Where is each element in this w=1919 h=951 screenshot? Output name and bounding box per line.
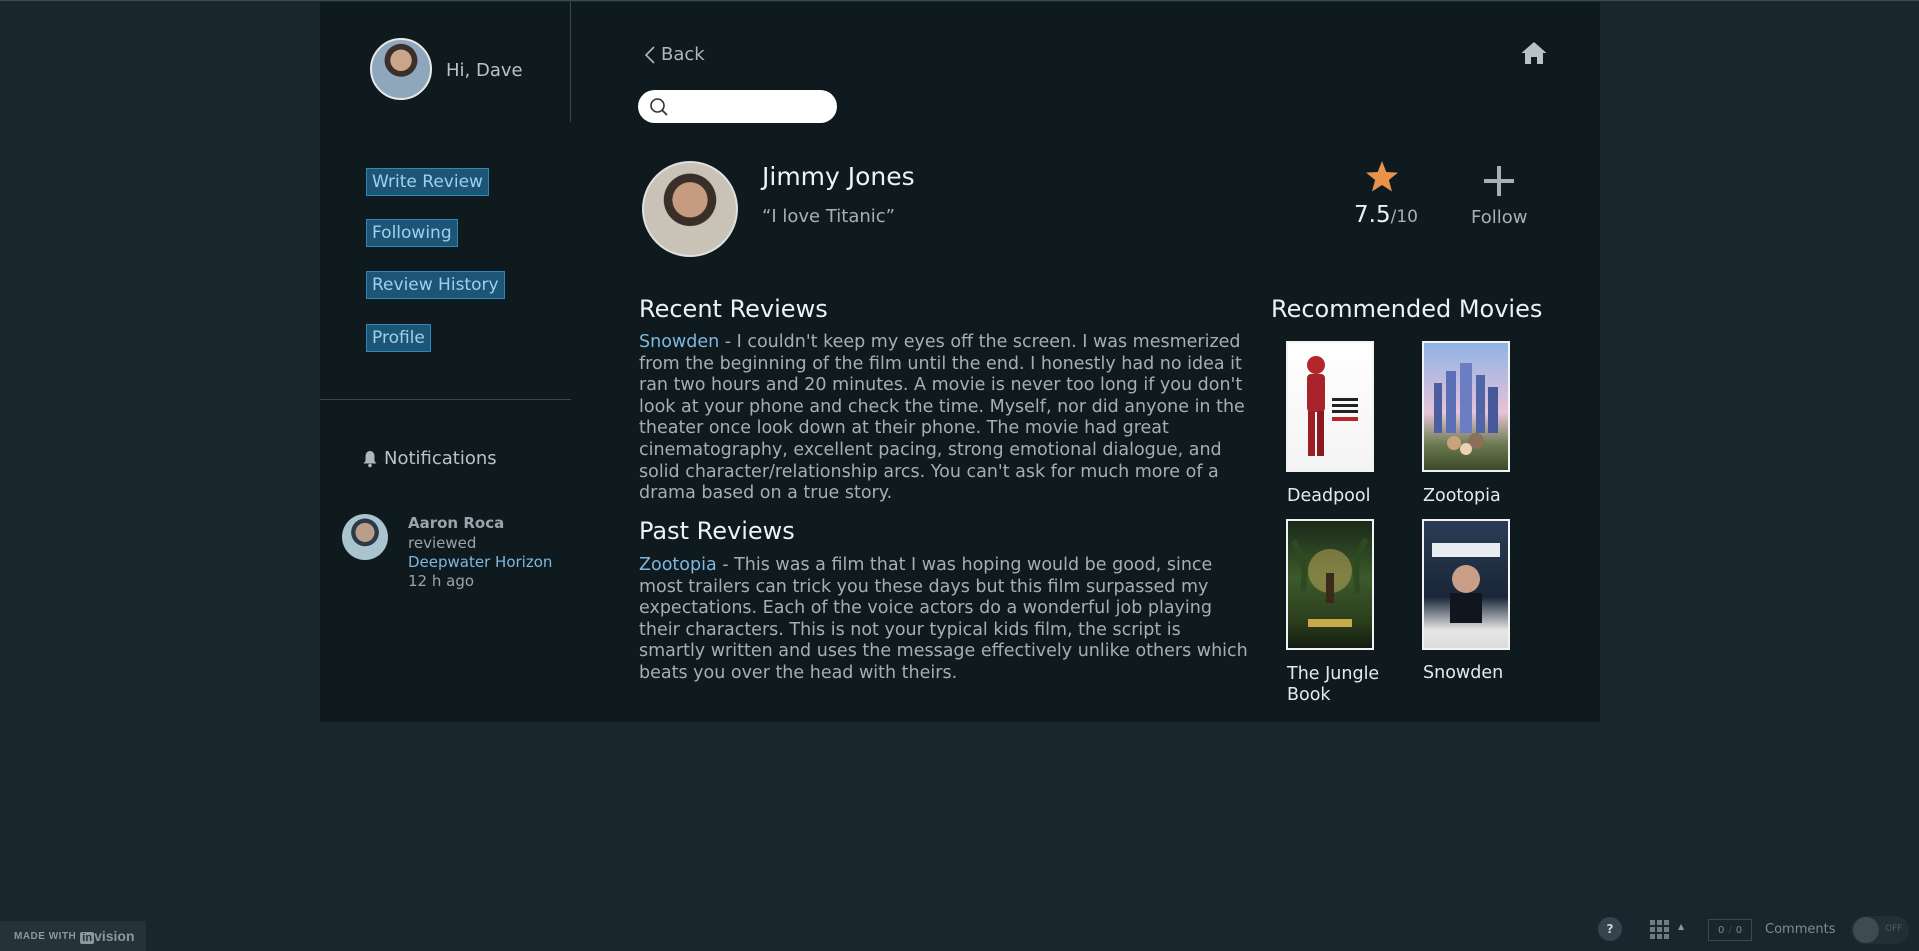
counter-a: 0: [1717, 924, 1725, 936]
past-review-text: - This was a film that I was hoping woul…: [639, 555, 1248, 683]
snowden-poster[interactable]: [1422, 519, 1510, 650]
rating-max: /10: [1390, 207, 1418, 227]
zootopia-poster[interactable]: [1422, 341, 1510, 472]
back-label: Back: [661, 44, 705, 65]
following-button[interactable]: Following: [366, 219, 458, 247]
review-history-button[interactable]: Review History: [366, 271, 505, 299]
past-review: Zootopia - This was a film that I was ho…: [639, 555, 1249, 685]
recent-review-text: - I couldn't keep my eyes off the screen…: [639, 332, 1245, 504]
recent-review-movie-link[interactable]: Snowden: [639, 332, 719, 352]
zootopia-title[interactable]: Zootopia: [1423, 486, 1501, 507]
past-reviews-title: Past Reviews: [639, 517, 795, 545]
comments-button[interactable]: Comments: [1765, 922, 1835, 937]
follow-button[interactable]: Follow: [1471, 207, 1527, 228]
recent-review: Snowden - I couldn't keep my eyes off th…: [639, 332, 1249, 505]
back-chevron-icon: [644, 45, 655, 64]
jungle-book-poster[interactable]: [1286, 519, 1374, 650]
sidebar-horizontal-divider: [320, 399, 571, 400]
search-icon: [650, 98, 668, 116]
notification-time: 12 h ago: [408, 572, 475, 590]
notifications-label: Notifications: [384, 448, 497, 469]
comment-counter: 0 / 0: [1708, 919, 1752, 941]
toggle-knob: [1853, 917, 1879, 943]
invision-logo: in vision: [80, 928, 135, 944]
past-review-movie-link[interactable]: Zootopia: [639, 555, 717, 575]
recommended-movies-title: Recommended Movies: [1271, 295, 1543, 323]
notification-avatar[interactable]: [342, 514, 388, 560]
jungle-book-poster-art: [1290, 537, 1369, 627]
home-icon[interactable]: [1520, 40, 1548, 66]
caret-up-icon[interactable]: ▲: [1678, 922, 1684, 931]
invision-logo-text: vision: [94, 928, 135, 944]
counter-b: 0: [1735, 924, 1743, 936]
profile-name: Jimmy Jones: [762, 162, 915, 191]
toggle-label: OFF: [1885, 924, 1903, 934]
deadpool-poster-art: [1307, 356, 1358, 456]
user-greeting: Hi, Dave: [446, 60, 523, 81]
deadpool-title[interactable]: Deadpool: [1287, 486, 1370, 507]
star-icon: [1366, 161, 1398, 192]
zootopia-poster-art: [1434, 363, 1498, 455]
plus-icon[interactable]: [1482, 164, 1516, 198]
deadpool-poster[interactable]: [1286, 341, 1374, 472]
notification-movie-link[interactable]: Deepwater Horizon: [408, 553, 552, 571]
invision-logo-box: in: [80, 932, 95, 944]
recent-reviews-title: Recent Reviews: [639, 295, 828, 323]
snowden-title[interactable]: Snowden: [1423, 663, 1503, 684]
grid-icon[interactable]: [1650, 920, 1670, 940]
bell-icon: [363, 450, 377, 467]
help-button[interactable]: ?: [1598, 917, 1622, 941]
made-with-invision-badge[interactable]: MADE WITH in vision: [0, 921, 146, 951]
profile-avatar: [642, 161, 738, 257]
user-avatar[interactable]: [370, 38, 432, 100]
profile-button[interactable]: Profile: [366, 324, 431, 352]
sidebar: Hi, Dave Write Review Following Review H…: [320, 2, 571, 722]
back-button[interactable]: Back: [643, 44, 705, 65]
made-with-label: MADE WITH: [14, 930, 77, 942]
comments-toggle[interactable]: OFF: [1851, 916, 1909, 944]
main-panel: Hi, Dave Write Review Following Review H…: [320, 2, 1600, 722]
jungle-book-title[interactable]: The Jungle Book: [1287, 664, 1397, 706]
snowden-poster-art: [1432, 543, 1500, 623]
top-border: [0, 0, 1919, 1]
notification-action: reviewed: [408, 534, 477, 552]
profile-quote: “I love Titanic”: [762, 206, 895, 227]
notification-user-name[interactable]: Aaron Roca: [408, 514, 504, 532]
rating-value: 7.5: [1354, 202, 1391, 228]
notifications-heading: Notifications: [362, 448, 497, 469]
write-review-button[interactable]: Write Review: [366, 168, 489, 196]
sidebar-vertical-divider: [570, 2, 571, 122]
